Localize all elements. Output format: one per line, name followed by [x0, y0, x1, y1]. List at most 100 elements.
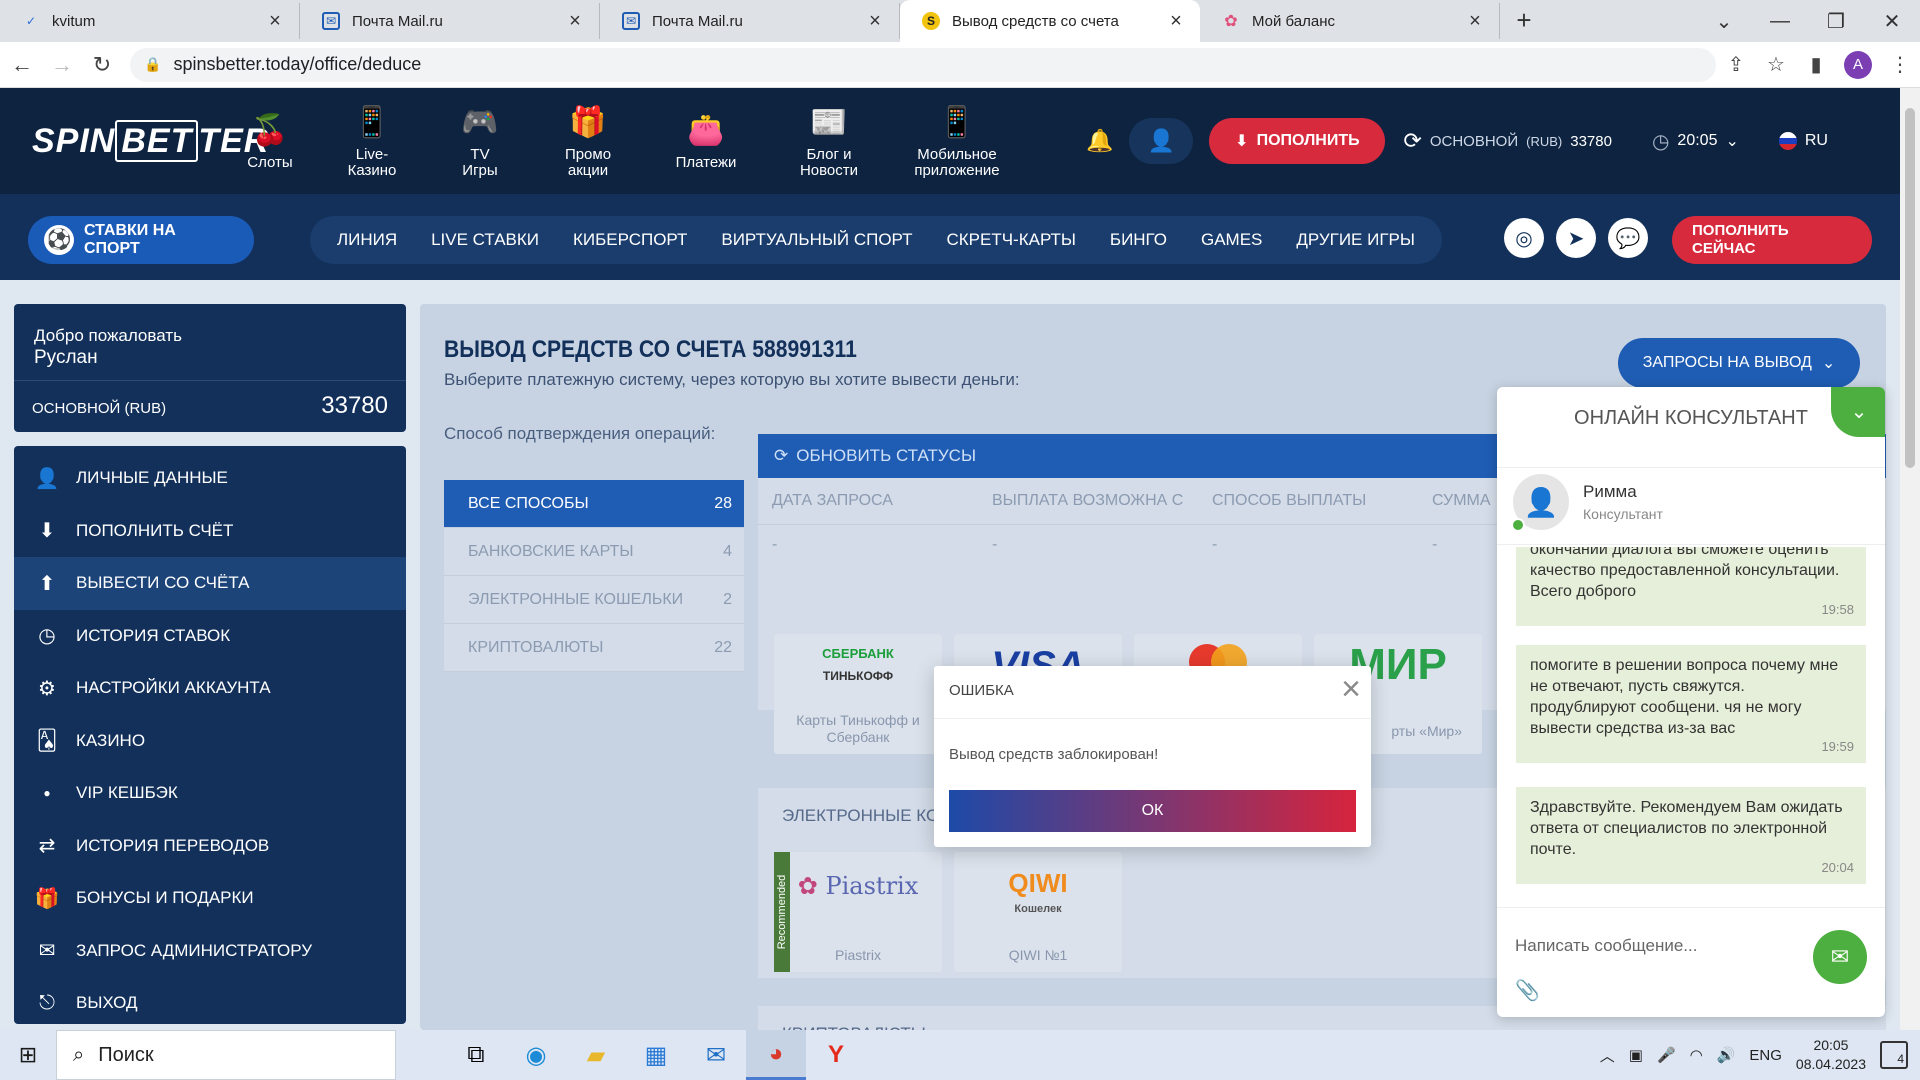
meet-now-icon[interactable]: ▣	[1629, 1046, 1643, 1064]
wifi-icon[interactable]: ◠	[1690, 1046, 1703, 1064]
notifications-icon[interactable]: 4	[1880, 1041, 1908, 1069]
menu-scratch-cards[interactable]: СКРЕТЧ-КАРТЫ	[946, 230, 1075, 250]
menu-esports[interactable]: КИБЕРСПОРТ	[573, 230, 687, 250]
menu-games[interactable]: GAMES	[1201, 230, 1262, 250]
filter-crypto[interactable]: КРИПТОВАЛЮТЫ 22	[444, 624, 744, 672]
mail-app-icon[interactable]: ✉	[686, 1030, 746, 1080]
input-language[interactable]: ENG	[1749, 1047, 1782, 1064]
sport-bets-button[interactable]: ⚽ СТАВКИ НА СПОРТ	[28, 216, 254, 264]
deposit-button[interactable]: ⬇ ПОПОЛНИТЬ	[1209, 118, 1386, 164]
clock[interactable]: 20:05 08.04.2023	[1796, 1036, 1866, 1074]
chat-message-input[interactable]: Написать сообщение...	[1515, 936, 1697, 956]
menu-other-games[interactable]: ДРУГИЕ ИГРЫ	[1296, 230, 1415, 250]
restore-icon[interactable]: ❐	[1808, 9, 1864, 34]
chat-bubble-icon[interactable]: 💬	[1608, 218, 1648, 258]
close-tab-icon[interactable]: ×	[265, 10, 285, 33]
forward-icon[interactable]: →	[44, 52, 80, 78]
nav-blog[interactable]: 📰 Блог и Новости	[774, 103, 884, 179]
side-panel-icon[interactable]: ▮	[1796, 52, 1836, 77]
sidebar-item-casino[interactable]: 🂡 КАЗИНО	[14, 715, 406, 768]
filter-all[interactable]: ВСЕ СПОСОБЫ 28	[444, 480, 744, 528]
telegram-icon[interactable]: ➤	[1556, 218, 1596, 258]
close-tab-icon[interactable]: ×	[1166, 10, 1186, 33]
sidebar-item-transfer-history[interactable]: ⇄ ИСТОРИЯ ПЕРЕВОДОВ	[14, 820, 406, 873]
sidebar-item-logout[interactable]: ⎋ ВЫХОД	[14, 977, 406, 1030]
menu-virtual-sport[interactable]: ВИРТУАЛЬНЫЙ СПОРТ	[721, 230, 912, 250]
refresh-icon[interactable]: ⟳	[1403, 128, 1421, 154]
tab-search-icon[interactable]: ⌄	[1696, 9, 1752, 34]
bell-icon[interactable]: 🔔	[1086, 128, 1113, 154]
chat-collapse-button[interactable]: ⌄	[1831, 387, 1885, 437]
sidebar-item-settings[interactable]: ⚙ НАСТРОЙКИ АККАУНТА	[14, 662, 406, 715]
language-selector[interactable]: RU	[1778, 132, 1828, 150]
browser-tab-balance[interactable]: ✿ Мой баланс ×	[1200, 3, 1500, 39]
share-icon[interactable]: ⇪	[1716, 52, 1756, 77]
close-tab-icon[interactable]: ×	[565, 10, 585, 33]
minimize-icon[interactable]: —	[1752, 10, 1808, 33]
chrome-icon[interactable]: ◕	[746, 1030, 806, 1080]
send-button[interactable]: ✉	[1813, 930, 1867, 984]
url-field[interactable]: 🔒 spinsbetter.today/office/deduce	[130, 47, 1716, 82]
nav-tv-games[interactable]: 🎮 TV Игры	[430, 103, 530, 179]
sidebar-item-bonuses[interactable]: 🎁 БОНУСЫ И ПОДАРКИ	[14, 872, 406, 925]
nav-slots[interactable]: 🍒 Слоты	[226, 111, 314, 171]
lock-icon[interactable]: 🔒	[144, 56, 161, 73]
sidebar-item-vip-cashback[interactable]: ● VIP КЕШБЭК	[14, 767, 406, 820]
scrollbar-thumb[interactable]	[1905, 108, 1915, 468]
windows-start-icon[interactable]: ⊞	[0, 1042, 56, 1068]
file-explorer-icon[interactable]: ▰	[566, 1030, 626, 1080]
volume-icon[interactable]: 🔊	[1717, 1046, 1736, 1064]
close-tab-icon[interactable]: ×	[865, 10, 885, 33]
nav-payments[interactable]: 👛 Платежи	[646, 111, 766, 171]
payment-card-sber-tinkoff[interactable]: СБЕРБАНК ТИНЬКОФФ Карты Тинькофф и Сберб…	[774, 634, 942, 754]
deposit-now-button[interactable]: ПОПОЛНИТЬ СЕЙЧАС	[1672, 216, 1872, 264]
nav-live-casino[interactable]: 📱 Live- Казино	[322, 103, 422, 179]
taskbar-search[interactable]: ⌕ Поиск	[56, 1030, 396, 1080]
menu-line[interactable]: ЛИНИЯ	[337, 230, 397, 250]
withdraw-requests-button[interactable]: ЗАПРОСЫ НА ВЫВОД ⌄	[1618, 338, 1860, 388]
sidebar-item-bet-history[interactable]: ◷ ИСТОРИЯ СТАВОК	[14, 610, 406, 663]
payment-card-piastrix[interactable]: Recommended ✿ Piastrix Piastrix	[774, 852, 942, 972]
browser-tab-withdraw[interactable]: S Вывод средств со счета ×	[900, 0, 1200, 42]
browser-menu-icon[interactable]: ⋮	[1880, 52, 1920, 77]
instagram-icon[interactable]: ◎	[1504, 218, 1544, 258]
sidebar-item-personal-data[interactable]: 👤 ЛИЧНЫЕ ДАННЫЕ	[14, 452, 406, 505]
payment-card-qiwi[interactable]: QIWI Кошелек QIWI №1	[954, 852, 1122, 972]
browser-tab-kvitum[interactable]: ✓ kvitum ×	[0, 3, 300, 39]
close-tab-icon[interactable]: ×	[1465, 10, 1485, 33]
page-scrollbar[interactable]	[1900, 88, 1920, 1030]
clock-icon: ◷	[1651, 130, 1670, 153]
chat-messages[interactable]: окончании диалога вы сможете оценить кач…	[1497, 547, 1885, 905]
menu-bingo[interactable]: БИНГО	[1110, 230, 1167, 250]
chevron-up-icon[interactable]: ︿	[1600, 1045, 1615, 1066]
filter-ewallets[interactable]: ЭЛЕКТРОННЫЕ КОШЕЛЬКИ 2	[444, 576, 744, 624]
header-time[interactable]: ◷ 20:05 ⌄	[1652, 129, 1739, 154]
browser-tab-mail-1[interactable]: ✉ Почта Mail.ru ×	[300, 3, 600, 39]
bookmark-star-icon[interactable]: ☆	[1756, 52, 1796, 77]
back-icon[interactable]: ←	[4, 52, 40, 78]
profile-avatar[interactable]: A	[1844, 50, 1872, 79]
ok-button[interactable]: ОК	[949, 790, 1356, 832]
nav-promo[interactable]: 🎁 Промо акции	[538, 103, 638, 179]
user-button[interactable]: 👤	[1129, 118, 1194, 164]
reload-icon[interactable]: ↻	[84, 52, 120, 78]
menu-live[interactable]: LIVE СТАВКИ	[431, 230, 539, 250]
paperclip-icon[interactable]: 📎	[1515, 978, 1540, 1003]
spinbetter-logo[interactable]: SPIN BET TER	[32, 119, 268, 162]
task-view-icon[interactable]: ⧉	[446, 1030, 506, 1080]
new-tab-button[interactable]: +	[1504, 5, 1544, 36]
header-balance[interactable]: ⟳ ОСНОВНОЙ (RUB) 33780	[1403, 128, 1612, 154]
browser-tab-mail-2[interactable]: ✉ Почта Mail.ru ×	[600, 3, 900, 39]
deposit-label: ПОПОЛНИТЬ	[1256, 132, 1360, 149]
edge-icon[interactable]: ◉	[506, 1030, 566, 1080]
filter-bank-cards[interactable]: БАНКОВСКИЕ КАРТЫ 4	[444, 528, 744, 576]
microphone-icon[interactable]: 🎤	[1657, 1046, 1676, 1064]
sidebar-item-withdraw[interactable]: ⬆ ВЫВЕСТИ СО СЧЁТА	[14, 557, 406, 610]
yandex-browser-icon[interactable]: Y	[806, 1030, 866, 1080]
store-icon[interactable]: ▦	[626, 1030, 686, 1080]
close-window-icon[interactable]: ✕	[1864, 9, 1920, 34]
sidebar-item-deposit[interactable]: ⬇ ПОПОЛНИТЬ СЧЁТ	[14, 505, 406, 558]
nav-mobile-app[interactable]: 📱 Мобильное приложение	[892, 103, 1022, 179]
sidebar-item-admin-request[interactable]: ✉ ЗАПРОС АДМИНИСТРАТОРУ	[14, 925, 406, 978]
close-icon[interactable]: ×	[1341, 670, 1361, 709]
